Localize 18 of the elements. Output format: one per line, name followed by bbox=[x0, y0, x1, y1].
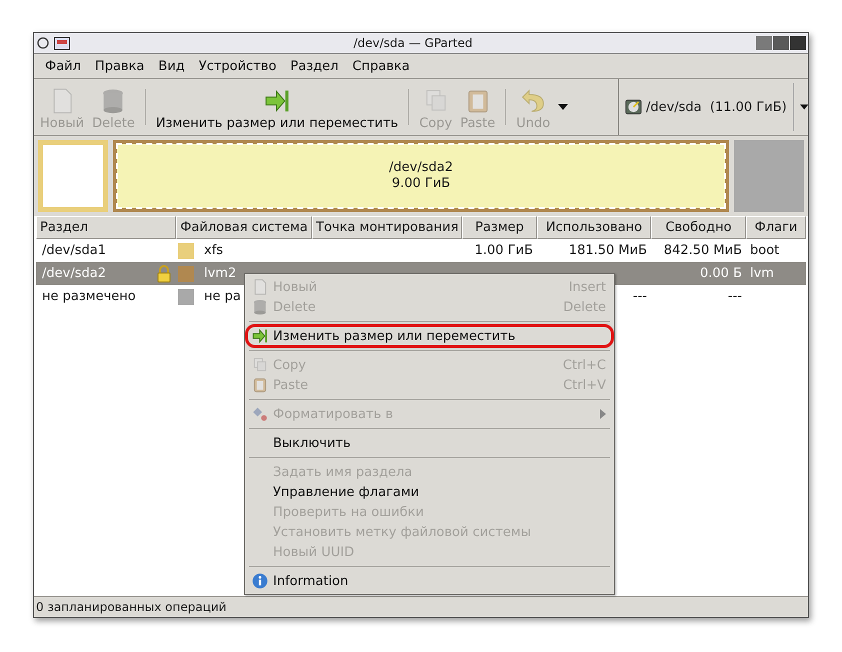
free-cell-text: 0.00 Б bbox=[699, 266, 743, 281]
filesystem-name: lvm2 bbox=[204, 266, 236, 281]
partition-name: /dev/sda1 bbox=[42, 243, 106, 258]
partition-name: не размечено bbox=[42, 289, 136, 304]
used-cell-text: --- bbox=[632, 289, 648, 304]
partition-label: /dev/sda2 bbox=[389, 160, 453, 176]
partition-size: 9.00 ГиБ bbox=[392, 176, 450, 192]
free-cell-text: 842.50 МиБ bbox=[662, 243, 743, 258]
filesystem-name: xfs bbox=[204, 243, 224, 258]
window-title: /dev/sda — GParted bbox=[352, 36, 474, 50]
flags-cell-text: lvm bbox=[749, 266, 775, 281]
filesystem-name: не ра bbox=[204, 289, 241, 304]
size-cell-text: 1.00 ГиБ bbox=[474, 243, 534, 258]
used-cell-text: 181.50 МиБ bbox=[568, 243, 648, 258]
free-cell-text: --- bbox=[726, 289, 743, 304]
flags-cell-text: boot bbox=[749, 243, 780, 258]
status-text: 0 запланированных операций bbox=[36, 600, 226, 614]
partition-name: /dev/sda2 bbox=[42, 266, 106, 281]
